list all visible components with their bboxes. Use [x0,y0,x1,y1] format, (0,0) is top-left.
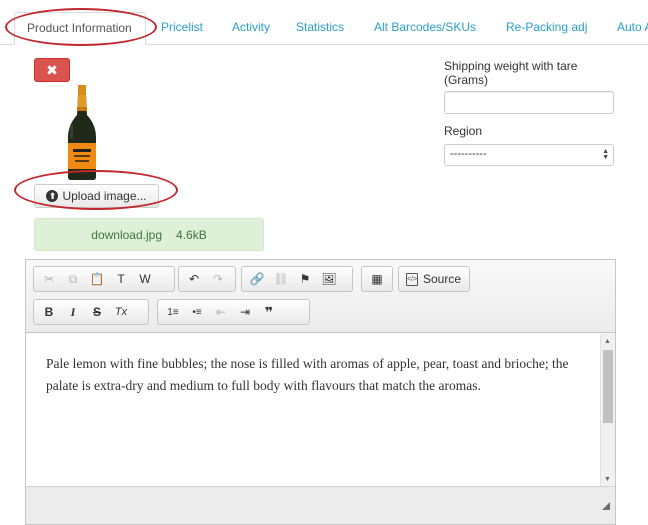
scroll-up-icon[interactable]: ▲ [604,338,611,345]
source-label: Source [423,272,462,286]
tab-activity[interactable]: Activity [232,20,270,34]
link-icon[interactable]: 🔗 [245,269,269,289]
blockquote-icon[interactable]: ❞ [257,302,281,322]
bold-button[interactable]: B [37,302,61,322]
paste-text-icon[interactable]: T [109,269,133,289]
tab-alt-barcodes[interactable]: Alt Barcodes/SKUs [374,20,476,34]
list-group: 1≡ •≡ ⇤ ⇥ ❞ [157,299,310,325]
file-size: 4.6kB [176,227,207,242]
description-editor: ✂ ⧉ 📋 T W ↶ ↷ 🔗 ⛓ ⚑ 🖼 ▦ </> Source B I S… [25,259,616,525]
region-label: Region [444,124,483,138]
scroll-down-icon[interactable]: ▼ [604,476,611,483]
editor-content[interactable]: Pale lemon with fine bubbles; the nose i… [26,334,600,486]
paste-word-icon[interactable]: W [133,269,157,289]
undo-icon[interactable]: ↶ [182,269,206,289]
undo-group: ↶ ↷ [178,266,236,292]
product-image [68,85,96,180]
shipping-weight-input[interactable] [444,91,614,114]
scroll-thumb[interactable] [603,350,613,423]
shipping-weight-label-line1: Shipping weight with tare [444,59,578,73]
format-group: B I S Tx [33,299,149,325]
file-name: download.jpg [91,227,163,242]
outdent-icon[interactable]: ⇤ [209,302,233,322]
editor-toolbar: ✂ ⧉ 📋 T W ↶ ↷ 🔗 ⛓ ⚑ 🖼 ▦ </> Source B I S… [26,260,615,333]
italic-button[interactable]: I [61,302,85,322]
paste-icon[interactable]: 📋 [85,269,109,289]
arrow-up-circle-icon: ⬆ [46,190,59,202]
clipboard-group: ✂ ⧉ 📋 T W [33,266,175,292]
numbered-list-icon[interactable]: 1≡ [161,302,185,322]
shipping-weight-label: Shipping weight with tare (Grams) [444,59,577,87]
delete-image-button[interactable]: ✖ [34,58,70,82]
product-edit-page: Product Information Pricelist Activity S… [0,0,648,525]
redo-icon[interactable]: ↷ [206,269,230,289]
table-icon[interactable]: ▦ [365,269,389,289]
source-button[interactable]: </> Source [402,269,465,289]
table-group: ▦ [361,266,393,292]
source-icon: </> [406,272,418,286]
select-arrows-icon: ▲ ▼ [602,148,609,161]
shipping-weight-label-line2: (Grams) [444,73,488,87]
editor-footer [26,486,615,524]
tab-re-packing-adj[interactable]: Re-Packing adj [506,20,587,34]
editor-scrollbar[interactable]: ▲ ▼ [600,334,615,486]
region-selected-value: ---------- [450,148,487,160]
cut-icon[interactable]: ✂ [37,269,61,289]
indent-icon[interactable]: ⇥ [233,302,257,322]
image-icon[interactable]: 🖼 [317,269,341,289]
copy-icon[interactable]: ⧉ [61,269,85,289]
remove-format-icon[interactable]: Tx [109,302,133,322]
tab-bar: Product Information Pricelist Activity S… [0,0,648,52]
anchor-flag-icon[interactable]: ⚑ [293,269,317,289]
tab-pricelist[interactable]: Pricelist [161,20,203,34]
close-icon: ✖ [46,61,58,78]
tab-product-information[interactable]: Product Information [14,12,146,45]
region-select[interactable]: ---------- ▲ ▼ [444,144,614,166]
uploaded-file-chip: download.jpg 4.6kB [34,218,264,251]
upload-image-label: Upload image... [62,189,147,203]
source-group: </> Source [398,266,470,292]
link-group: 🔗 ⛓ ⚑ 🖼 [241,266,353,292]
tab-auto[interactable]: Auto A [617,20,648,34]
strikethrough-button[interactable]: S [85,302,109,322]
bullet-list-icon[interactable]: •≡ [185,302,209,322]
tab-statistics[interactable]: Statistics [296,20,344,34]
unlink-icon[interactable]: ⛓ [269,269,293,289]
upload-image-button[interactable]: ⬆ Upload image... [34,184,159,208]
resize-grip-icon[interactable] [602,502,610,510]
